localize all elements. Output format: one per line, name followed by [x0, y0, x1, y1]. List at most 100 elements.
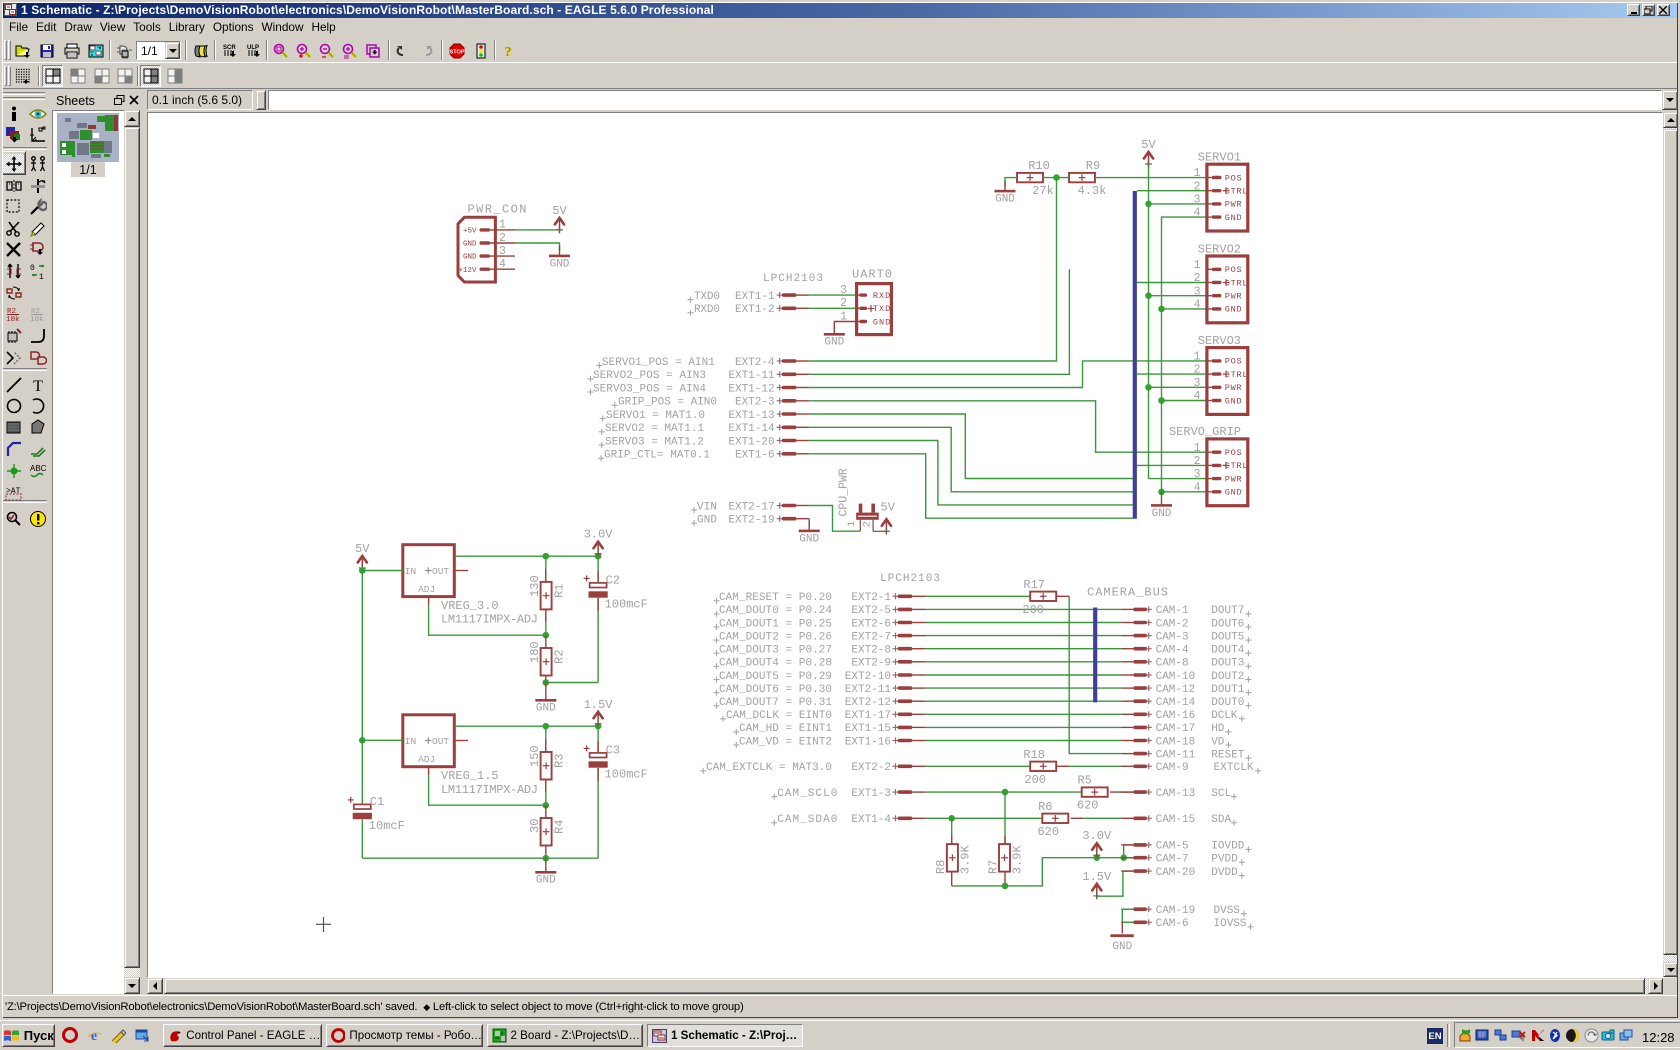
svg-text:GND: GND [463, 254, 477, 262]
svg-text:OUT: OUT [432, 566, 449, 577]
svg-text:CAM-4: CAM-4 [1156, 645, 1189, 657]
svg-text:RXD0: RXD0 [694, 304, 720, 316]
svg-text:EXT2-4: EXT2-4 [735, 357, 775, 369]
svg-text:T: T [33, 378, 43, 394]
svg-text:3: 3 [1194, 194, 1201, 207]
svg-text:EXT2-10: EXT2-10 [845, 671, 891, 683]
svg-text:CAM_DOUT6 = P0.30: CAM_DOUT6 = P0.30 [719, 684, 832, 696]
svg-text:GND: GND [536, 703, 556, 715]
svg-text:CAM_DOUT4 = P0.28: CAM_DOUT4 = P0.28 [719, 658, 832, 670]
svg-text:3: 3 [1194, 285, 1201, 298]
svg-text:1: 1 [1194, 442, 1201, 455]
svg-text:>AT: >AT [6, 487, 21, 496]
svg-text:C2: C2 [606, 573, 620, 587]
svg-text:EXT1-15: EXT1-15 [845, 723, 891, 735]
svg-text:CAM_SDA0: CAM_SDA0 [777, 814, 837, 826]
svg-text:EXT1-17: EXT1-17 [845, 710, 891, 722]
svg-text:CAM_EXTCLK = MAT3.0: CAM_EXTCLK = MAT3.0 [706, 762, 832, 774]
svg-text:DVSS: DVSS [1214, 905, 1241, 917]
svg-text:CPU_PWR: CPU_PWR [838, 468, 851, 516]
svg-text:CTRL: CTRL [1225, 370, 1249, 380]
svg-text:GND: GND [1225, 396, 1243, 406]
svg-text:GND: GND [873, 317, 891, 327]
svg-text:STOP: STOP [449, 49, 464, 55]
svg-text:GND: GND [536, 875, 556, 887]
svg-text:DOUT4: DOUT4 [1211, 645, 1244, 657]
svg-text:R4: R4 [552, 820, 566, 834]
svg-text:EXT1-2: EXT1-2 [735, 304, 775, 316]
svg-text:EXT2-19: EXT2-19 [728, 515, 774, 527]
svg-text:POS: POS [1225, 173, 1243, 183]
svg-text:CAM-16: CAM-16 [1156, 710, 1196, 722]
svg-text:CAM_HD = EINT1: CAM_HD = EINT1 [739, 723, 832, 735]
svg-text:GND: GND [463, 241, 477, 249]
svg-text:CAM-14: CAM-14 [1156, 697, 1196, 709]
svg-text:CTRL: CTRL [1225, 278, 1249, 288]
svg-text:2: 2 [861, 521, 873, 527]
svg-text:LPCH2103: LPCH2103 [880, 573, 940, 585]
svg-text:RESET: RESET [1211, 749, 1244, 761]
svg-text:SERVO3_POS = AIN4: SERVO3_POS = AIN4 [593, 383, 706, 395]
svg-text:GRIP_POS = AIN0: GRIP_POS = AIN0 [618, 397, 717, 409]
svg-text:GRIP_CTL= MAT0.1: GRIP_CTL= MAT0.1 [604, 450, 710, 462]
svg-text:0: 0 [30, 264, 35, 273]
svg-text:3.0V: 3.0V [1082, 829, 1112, 843]
svg-text:3: 3 [499, 245, 506, 258]
svg-text:DOUT2: DOUT2 [1211, 671, 1244, 683]
svg-text:GND: GND [1225, 488, 1243, 498]
svg-text:EXT2-12: EXT2-12 [845, 697, 891, 709]
svg-text:5V: 5V [552, 204, 567, 218]
svg-text:EXT1-13: EXT1-13 [728, 410, 774, 422]
svg-text:e: e [91, 1029, 97, 1043]
svg-text:R7: R7 [986, 860, 1000, 874]
svg-text:R8: R8 [934, 860, 948, 874]
svg-text:1: 1 [1194, 351, 1201, 364]
svg-text:R9: R9 [1086, 159, 1100, 173]
svg-text:2: 2 [1194, 180, 1201, 193]
svg-text:R1: R1 [552, 583, 566, 597]
svg-text:1: 1 [499, 219, 506, 232]
svg-text:10mcF: 10mcF [369, 819, 405, 833]
svg-text:2: 2 [1194, 455, 1201, 468]
svg-text:GND: GND [1225, 305, 1243, 315]
svg-text:CAM_SCL0: CAM_SCL0 [777, 788, 837, 800]
svg-text:SERVO3: SERVO3 [1198, 334, 1241, 348]
svg-text:EXT1-16: EXT1-16 [845, 736, 891, 748]
svg-text:EXT2-11: EXT2-11 [845, 684, 892, 696]
svg-text:EXT1-4: EXT1-4 [851, 814, 891, 826]
svg-text:CAM-9: CAM-9 [1156, 762, 1189, 774]
svg-text:5V: 5V [1141, 138, 1156, 152]
svg-text:CAM-12: CAM-12 [1156, 684, 1196, 696]
svg-text:CAMERA_BUS: CAMERA_BUS [1087, 586, 1168, 600]
svg-text:DOUT1: DOUT1 [1211, 684, 1244, 696]
svg-text:GND: GND [1152, 508, 1172, 520]
svg-text:CAM_VD = EINT2: CAM_VD = EINT2 [739, 736, 832, 748]
svg-text:GND: GND [1225, 213, 1243, 223]
svg-text:HD: HD [1211, 723, 1224, 735]
svg-text:5V: 5V [355, 542, 370, 556]
svg-text:LM1117IMPX-ADJ: LM1117IMPX-ADJ [441, 613, 538, 627]
svg-text:ULP: ULP [247, 45, 259, 51]
svg-text:POS: POS [1225, 265, 1243, 275]
svg-text:CAM_DOUT2 = P0.26: CAM_DOUT2 = P0.26 [719, 631, 832, 643]
svg-text:R17: R17 [1023, 578, 1045, 592]
svg-text:+12V: +12V [458, 267, 477, 275]
svg-text:EXT1-3: EXT1-3 [851, 788, 891, 800]
svg-text:5V: 5V [881, 501, 896, 515]
svg-text:CAM_RESET = P0.20: CAM_RESET = P0.20 [719, 592, 832, 604]
svg-text:2: 2 [499, 232, 506, 245]
svg-text:CAM-3: CAM-3 [1156, 631, 1189, 643]
svg-text:CAM-2: CAM-2 [1156, 618, 1189, 630]
svg-text:EXT1-6: EXT1-6 [735, 450, 775, 462]
svg-text:?: ? [504, 45, 511, 59]
svg-text:EXT2-6: EXT2-6 [851, 618, 891, 630]
svg-text:VREG_1.5: VREG_1.5 [441, 769, 499, 783]
svg-text:3.9K: 3.9K [1011, 844, 1025, 874]
svg-text:DOUT7: DOUT7 [1211, 605, 1244, 617]
svg-text:GND: GND [1112, 941, 1132, 953]
svg-text:100mcF: 100mcF [605, 767, 648, 781]
svg-text:EXT2-17: EXT2-17 [728, 501, 774, 513]
svg-text:CAM-1: CAM-1 [1156, 605, 1189, 617]
svg-text:DOUT3: DOUT3 [1211, 658, 1244, 670]
svg-text:C3: C3 [606, 743, 620, 757]
